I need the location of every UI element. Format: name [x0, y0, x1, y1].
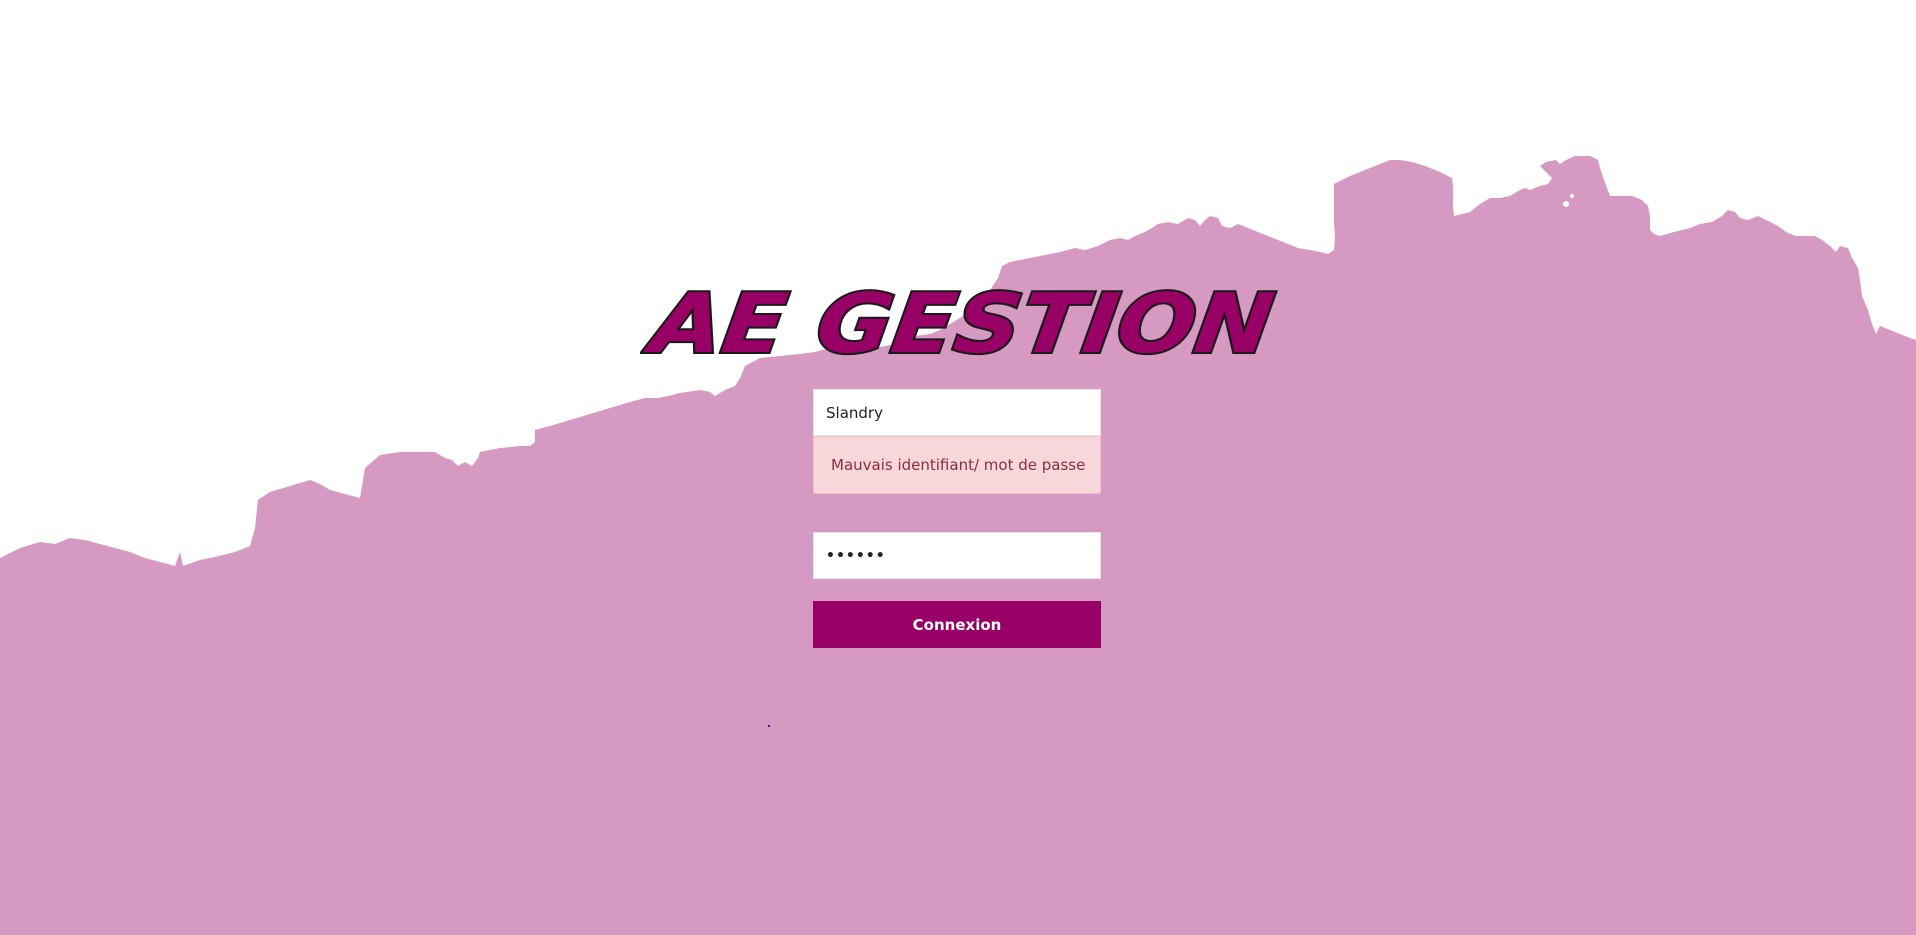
landscape-hole — [1570, 194, 1574, 198]
error-message: Mauvais identifiant/ mot de passe — [831, 456, 1086, 474]
username-input[interactable] — [813, 389, 1101, 436]
login-form: Mauvais identifiant/ mot de passe Connex… — [813, 389, 1101, 648]
connexion-button[interactable]: Connexion — [813, 601, 1101, 648]
error-alert: Mauvais identifiant/ mot de passe — [813, 436, 1101, 494]
password-input[interactable] — [813, 532, 1101, 579]
stray-dot — [768, 725, 770, 727]
landscape-hole — [1563, 201, 1569, 207]
brand-logo-text: AE GESTION — [640, 277, 1279, 370]
login-page: AE GESTION Mauvais identifiant/ mot de p… — [0, 0, 1916, 935]
brand-logo: AE GESTION — [640, 275, 1280, 370]
